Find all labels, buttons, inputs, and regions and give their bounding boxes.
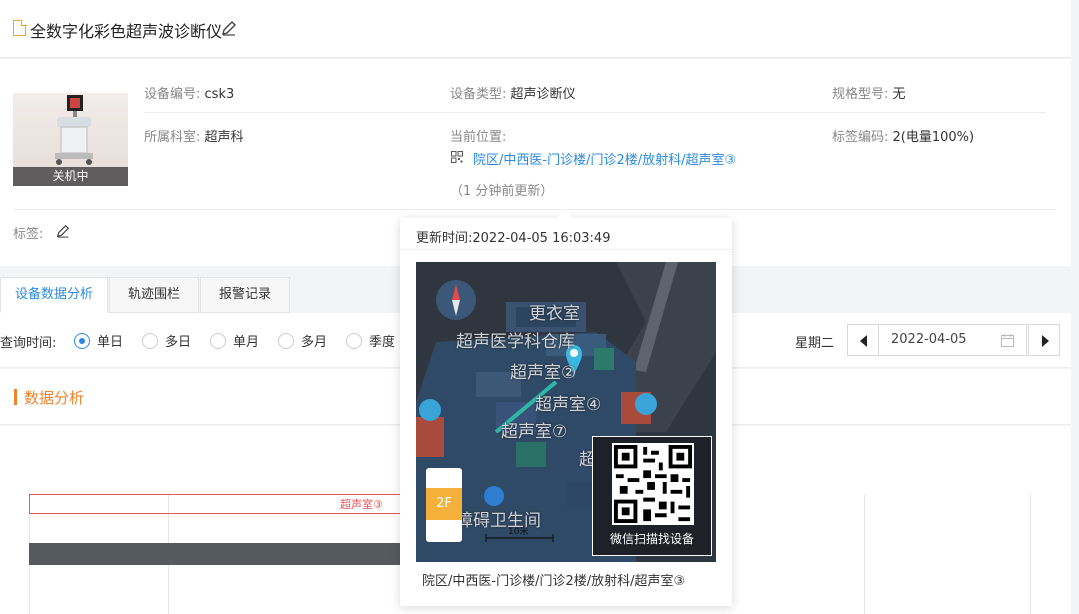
device-status: 关机中 — [13, 167, 128, 186]
tab-device-analysis[interactable]: 设备数据分析 — [0, 277, 108, 313]
location-segment[interactable] — [29, 494, 449, 514]
floor-map[interactable]: 更衣室 超声医学科仓库 超声室② 超声室④ 超声室⑦ 超声 障碍卫生间 10米 … — [416, 262, 716, 562]
update-time-hint: （1 分钟前更新） — [450, 184, 554, 199]
wechat-qr-card: 微信扫描找设备 — [592, 436, 712, 556]
device-image: 关机中 — [13, 93, 128, 186]
map-label-room-4: 超声室④ — [535, 395, 602, 415]
calendar-icon — [1001, 334, 1014, 347]
map-label-changing-room: 更衣室 — [529, 304, 580, 324]
edit-icon[interactable] — [221, 20, 237, 36]
wechat-qrcode — [612, 443, 694, 525]
location-link[interactable]: 院区/中西医-门诊楼/门诊2楼/放射科/超声室③ — [473, 149, 736, 168]
date-picker[interactable]: 2022-04-05 — [878, 324, 1027, 356]
tag-edit-icon[interactable] — [56, 224, 70, 238]
map-label-warehouse: 超声医学科仓库 — [456, 332, 575, 352]
page-title: 全数字化彩色超声波诊断仪 — [30, 22, 223, 41]
title-bar: 全数字化彩色超声波诊断仪 — [0, 0, 1071, 58]
caret-right-icon — [1042, 335, 1049, 347]
radio-multi-day[interactable]: 多日 — [142, 331, 191, 350]
next-day-button[interactable] — [1028, 324, 1060, 356]
date-value: 2022-04-05 — [891, 332, 967, 347]
tags-label: 标签: — [13, 227, 44, 242]
tab-alarm-records[interactable]: 报警记录 — [200, 277, 290, 313]
location-popup: 更新时间:2022-04-05 16:03:49 更衣室 超声医学科仓库 超声室… — [400, 210, 732, 606]
status-segment[interactable] — [29, 543, 449, 565]
floor-selector[interactable]: 2F — [426, 468, 462, 542]
popup-address: 院区/中西医-门诊楼/门诊2楼/放射科/超声室③ — [422, 574, 686, 589]
analysis-title: 数据分析 — [24, 389, 85, 407]
map-label-room-7: 超声室⑦ — [501, 422, 568, 442]
map-scale: 10米 — [508, 527, 529, 537]
tab-track-fence[interactable]: 轨迹围栏 — [109, 277, 199, 313]
weekday-label: 星期二 — [795, 336, 835, 351]
query-time-label: 查询时间: — [0, 336, 57, 351]
radio-quarter[interactable]: 季度 — [346, 331, 395, 350]
ultrasound-machine-icon — [55, 95, 93, 165]
popup-update-time: 更新时间:2022-04-05 16:03:49 — [416, 231, 611, 246]
radio-multi-month[interactable]: 多月 — [278, 331, 327, 350]
caret-left-icon — [860, 335, 867, 347]
radio-single-month[interactable]: 单月 — [210, 331, 259, 350]
map-label-room-2: 超声室② — [510, 363, 577, 383]
floor-2f[interactable]: 2F — [426, 488, 462, 520]
qr-caption: 微信扫描找设备 — [609, 532, 694, 546]
prev-day-button[interactable] — [847, 324, 879, 356]
document-icon — [13, 19, 27, 36]
device-type: 设备类型: 超声诊断仪 — [450, 87, 576, 102]
device-model: 规格型号: 无 — [832, 87, 906, 102]
qrcode-icon[interactable] — [451, 151, 463, 163]
location-label: 当前位置: — [450, 130, 507, 145]
device-code: 设备编号: csk3 — [144, 87, 235, 102]
location-segment-label: 超声室③ — [340, 498, 383, 511]
device-tagcode: 标签编码: 2(电量100%) — [832, 130, 975, 145]
radio-single-day[interactable]: 单日 — [74, 331, 123, 350]
device-dept: 所属科室: 超声科 — [144, 130, 244, 145]
